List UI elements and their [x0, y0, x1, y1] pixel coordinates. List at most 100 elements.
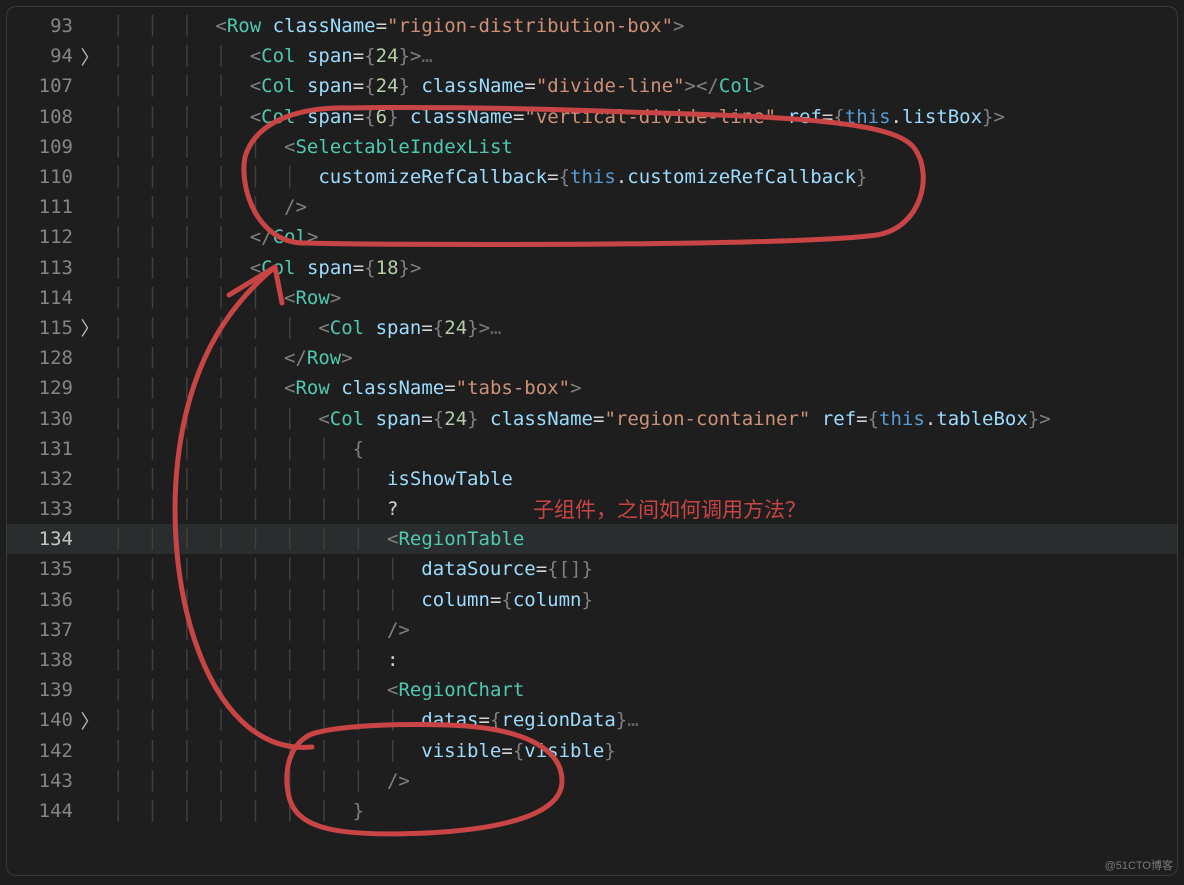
line-number: 107 [7, 75, 79, 97]
code-content[interactable]: visible={visible} [421, 740, 1177, 762]
code-line[interactable]: 131 │ │ │ │ │ │ │ { [7, 434, 1177, 464]
code-content[interactable]: customizeRefCallback={this.customizeRefC… [318, 166, 1177, 188]
fold-chevron-icon[interactable]: 〉 [79, 314, 101, 341]
code-content[interactable]: column={column} [421, 589, 1177, 611]
code-line[interactable]: 134 │ │ │ │ │ │ │ │ <RegionTable [7, 524, 1177, 554]
code-line[interactable]: 112 │ │ │ │ </Col> [7, 222, 1177, 252]
indent-guides: │ │ │ │ │ │ │ [101, 438, 353, 460]
indent-guides: │ │ │ │ │ │ │ │ │ [101, 589, 421, 611]
code-line[interactable]: 107 │ │ │ │ <Col span={24} className="di… [7, 71, 1177, 101]
indent-guides: │ │ │ │ │ [101, 287, 284, 309]
code-line[interactable]: 94〉 │ │ │ │ <Col span={24}>… [7, 41, 1177, 71]
code-content[interactable]: <RegionChart [387, 679, 1177, 701]
code-line[interactable]: 132 │ │ │ │ │ │ │ │ isShowTable [7, 464, 1177, 494]
code-content[interactable]: <Col span={24}>… [318, 317, 1177, 339]
code-area[interactable]: 93 │ │ │ <Row className="rigion-distribu… [7, 7, 1177, 826]
code-line[interactable]: 109 │ │ │ │ │ <SelectableIndexList [7, 132, 1177, 162]
code-content[interactable]: <Row> [284, 287, 1177, 309]
indent-guides: │ │ │ [101, 15, 215, 37]
indent-guides: │ │ │ │ │ [101, 347, 284, 369]
code-content[interactable]: { [353, 438, 1177, 460]
line-number: 142 [7, 740, 79, 762]
code-content[interactable]: <Col span={18}> [250, 257, 1177, 279]
code-content[interactable]: /> [387, 770, 1177, 792]
indent-guides: │ │ │ │ │ │ │ │ │ [101, 558, 421, 580]
code-line[interactable]: 110 │ │ │ │ │ │ customizeRefCallback={th… [7, 162, 1177, 192]
code-line[interactable]: 139 │ │ │ │ │ │ │ │ <RegionChart [7, 675, 1177, 705]
indent-guides: │ │ │ │ │ │ [101, 408, 318, 430]
code-line[interactable]: 130 │ │ │ │ │ │ <Col span={24} className… [7, 403, 1177, 433]
editor-frame: 93 │ │ │ <Row className="rigion-distribu… [6, 6, 1178, 876]
code-content[interactable]: dataSource={[]} [421, 558, 1177, 580]
indent-guides: │ │ │ │ [101, 257, 250, 279]
code-content[interactable]: </Row> [284, 347, 1177, 369]
indent-guides: │ │ │ │ [101, 75, 250, 97]
code-content[interactable]: isShowTable [387, 468, 1177, 490]
line-number: 135 [7, 558, 79, 580]
code-line[interactable]: 142 │ │ │ │ │ │ │ │ │ visible={visible} [7, 736, 1177, 766]
code-line[interactable]: 140〉 │ │ │ │ │ │ │ │ │ datas={regionData… [7, 705, 1177, 735]
code-content[interactable]: <Col span={6} className="vertical-divide… [250, 106, 1177, 128]
line-number: 138 [7, 649, 79, 671]
code-content[interactable]: datas={regionData}… [421, 709, 1177, 731]
code-content[interactable]: /> [387, 619, 1177, 641]
code-content[interactable]: <Col span={24}>… [250, 45, 1177, 67]
indent-guides: │ │ │ │ [101, 45, 250, 67]
fold-chevron-icon[interactable]: 〉 [79, 43, 101, 70]
code-line[interactable]: 137 │ │ │ │ │ │ │ │ /> [7, 615, 1177, 645]
code-line[interactable]: 114 │ │ │ │ │ <Row> [7, 283, 1177, 313]
code-line[interactable]: 108 │ │ │ │ <Col span={6} className="ver… [7, 102, 1177, 132]
code-content[interactable]: : [387, 649, 1177, 671]
code-line[interactable]: 129 │ │ │ │ │ <Row className="tabs-box"> [7, 373, 1177, 403]
indent-guides: │ │ │ │ │ │ │ │ [101, 679, 387, 701]
code-line[interactable]: 138 │ │ │ │ │ │ │ │ : [7, 645, 1177, 675]
code-content[interactable]: <RegionTable [387, 528, 1177, 550]
code-content[interactable]: /> [284, 196, 1177, 218]
indent-guides: │ │ │ │ [101, 106, 250, 128]
code-line[interactable]: 128 │ │ │ │ │ </Row> [7, 343, 1177, 373]
line-number: 114 [7, 287, 79, 309]
indent-guides: │ │ │ │ │ │ │ │ [101, 468, 387, 490]
code-line[interactable]: 93 │ │ │ <Row className="rigion-distribu… [7, 11, 1177, 41]
code-content[interactable]: <Col span={24} className="divide-line"><… [250, 75, 1177, 97]
code-line[interactable]: 144 │ │ │ │ │ │ │ } [7, 796, 1177, 826]
indent-guides: │ │ │ │ │ │ │ │ [101, 528, 387, 550]
code-line[interactable]: 135 │ │ │ │ │ │ │ │ │ dataSource={[]} [7, 554, 1177, 584]
indent-guides: │ │ │ │ │ [101, 196, 284, 218]
code-line[interactable]: 136 │ │ │ │ │ │ │ │ │ column={column} [7, 585, 1177, 615]
line-number: 109 [7, 136, 79, 158]
line-number: 112 [7, 226, 79, 248]
line-number: 128 [7, 347, 79, 369]
line-number: 137 [7, 619, 79, 641]
indent-guides: │ │ │ │ │ │ │ │ [101, 649, 387, 671]
indent-guides: │ │ │ │ [101, 226, 250, 248]
code-line[interactable]: 115〉 │ │ │ │ │ │ <Col span={24}>… [7, 313, 1177, 343]
code-content[interactable]: </Col> [250, 226, 1177, 248]
code-content[interactable]: <SelectableIndexList [284, 136, 1177, 158]
line-number: 115 [7, 317, 79, 339]
line-number: 136 [7, 589, 79, 611]
indent-guides: │ │ │ │ │ [101, 377, 284, 399]
indent-guides: │ │ │ │ │ │ │ │ │ [101, 740, 421, 762]
indent-guides: │ │ │ │ │ │ │ [101, 800, 353, 822]
code-content[interactable]: <Row className="rigion-distribution-box"… [215, 15, 1177, 37]
code-line[interactable]: 111 │ │ │ │ │ /> [7, 192, 1177, 222]
code-line[interactable]: 133 │ │ │ │ │ │ │ │ ? [7, 494, 1177, 524]
code-line[interactable]: 143 │ │ │ │ │ │ │ │ /> [7, 766, 1177, 796]
line-number: 111 [7, 196, 79, 218]
line-number: 108 [7, 106, 79, 128]
line-number: 144 [7, 800, 79, 822]
line-number: 132 [7, 468, 79, 490]
code-content[interactable]: <Col span={24} className="region-contain… [318, 408, 1177, 430]
code-content[interactable]: } [353, 800, 1177, 822]
watermark: @51CTO博客 [1105, 857, 1173, 873]
line-number: 133 [7, 498, 79, 520]
indent-guides: │ │ │ │ │ │ [101, 317, 318, 339]
line-number: 94 [7, 45, 79, 67]
code-line[interactable]: 113 │ │ │ │ <Col span={18}> [7, 253, 1177, 283]
code-content[interactable]: <Row className="tabs-box"> [284, 377, 1177, 399]
line-number: 93 [7, 15, 79, 37]
fold-chevron-icon[interactable]: 〉 [79, 707, 101, 734]
line-number: 110 [7, 166, 79, 188]
code-content[interactable]: ? [387, 498, 1177, 520]
